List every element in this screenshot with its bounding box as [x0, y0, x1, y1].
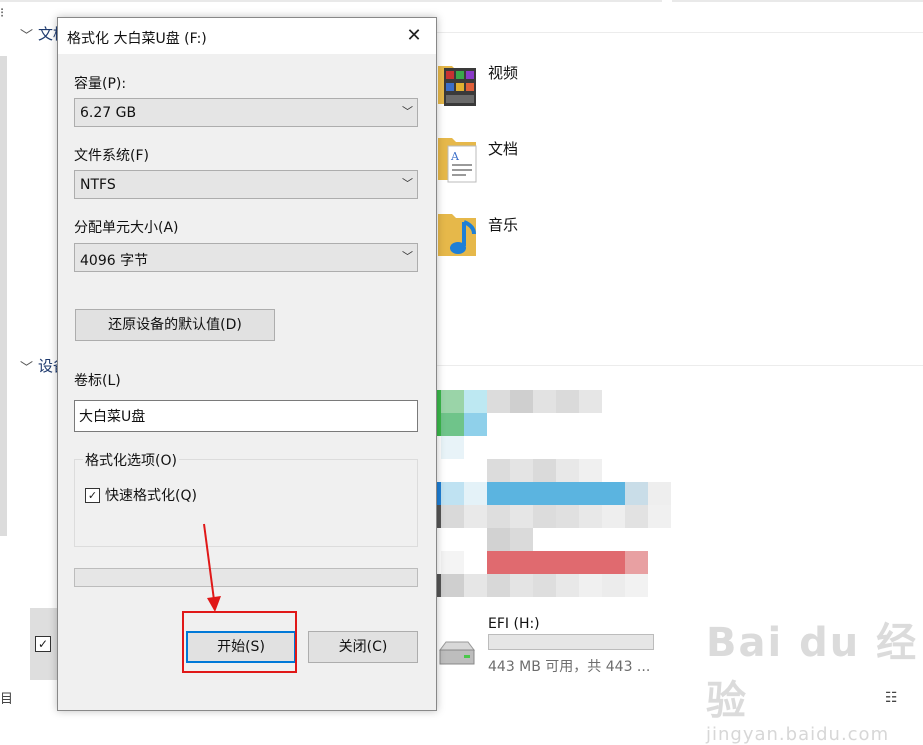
baidu-watermark: Bai du 经验 jingyan.baidu.com	[706, 610, 923, 745]
dialog-titlebar: 格式化 大白菜U盘 (F:) ✕	[58, 18, 436, 54]
chevron-down-icon: ﹀	[402, 105, 413, 118]
quick-format-label[interactable]: 快速格式化(Q)	[105, 485, 197, 505]
volume-label-input[interactable]	[74, 400, 418, 432]
volume-label-label: 卷标(L)	[74, 373, 121, 389]
folder-item-music[interactable]: 音乐	[436, 210, 736, 270]
music-folder-icon	[438, 214, 476, 256]
annotation-arrow	[203, 523, 221, 612]
capacity-label: 容量(P):	[74, 76, 127, 92]
filesystem-value: NTFS	[80, 177, 116, 193]
svg-text:A: A	[450, 150, 460, 163]
video-folder-icon	[438, 66, 476, 106]
nav-pane-scrollbar[interactable]	[0, 56, 7, 536]
allocation-select[interactable]: 4096 字节 ﹀	[74, 243, 418, 272]
folder-name: 文档	[488, 140, 519, 158]
chevron-down-icon[interactable]: ﹀	[20, 25, 33, 44]
chevron-down-icon: ﹀	[402, 250, 413, 263]
nav-pane-edge-glyph: ⁝	[0, 6, 5, 21]
close-button[interactable]: 关闭(C)	[308, 631, 418, 663]
dialog-title: 格式化 大白菜U盘 (F:)	[67, 31, 207, 47]
drive-icon	[439, 641, 475, 665]
format-dialog: 格式化 大白菜U盘 (F:) ✕ 容量(P): 6.27 GB ﹀ 文件系统(F…	[57, 17, 437, 711]
annotation-highlight-box	[182, 611, 297, 673]
filesystem-select[interactable]: NTFS ﹀	[74, 170, 418, 199]
allocation-value: 4096 字节	[80, 253, 149, 269]
folder-item-documents[interactable]: A 文档	[436, 134, 736, 194]
quick-format-checkbox[interactable]: ✓	[85, 488, 100, 503]
capacity-value: 6.27 GB	[80, 105, 137, 121]
watermark-sub: jingyan.baidu.com	[706, 724, 890, 745]
explorer-top-strip-gap	[662, 0, 672, 2]
close-icon[interactable]: ✕	[392, 18, 436, 54]
details-view-icon[interactable]: ☷	[885, 690, 898, 706]
drive-space-info: 443 MB 可用，共 443 ...	[488, 659, 651, 675]
format-options-title: 格式化选项(O)	[83, 450, 179, 470]
capacity-select[interactable]: 6.27 GB ﹀	[74, 98, 418, 127]
format-progress-bar	[74, 568, 418, 587]
folder-item-video[interactable]: 视频	[436, 58, 736, 118]
explorer-top-strip	[0, 0, 923, 2]
chevron-down-icon: ﹀	[402, 177, 413, 190]
filesystem-label: 文件系统(F)	[74, 148, 149, 164]
status-bar-items-glyph: 目	[0, 692, 14, 707]
format-options-group: 格式化选项(O) ✓ 快速格式化(Q)	[74, 450, 418, 547]
allocation-label: 分配单元大小(A)	[74, 220, 179, 236]
folder-name: 音乐	[488, 216, 519, 234]
section-divider	[436, 32, 923, 33]
item-select-checkbox[interactable]: ✓	[35, 636, 51, 652]
watermark-main: Bai du 经验	[706, 620, 919, 724]
documents-folder-icon: A	[438, 138, 477, 183]
drive-usage-bar	[488, 634, 654, 650]
section-divider	[436, 365, 923, 366]
chevron-down-icon[interactable]: ﹀	[20, 357, 33, 376]
folder-name: 视频	[488, 64, 519, 82]
drive-item-efi[interactable]: EFI (H:) 443 MB 可用，共 443 ...	[436, 614, 696, 684]
restore-defaults-button[interactable]: 还原设备的默认值(D)	[75, 309, 275, 341]
drive-name: EFI (H:)	[488, 616, 540, 632]
